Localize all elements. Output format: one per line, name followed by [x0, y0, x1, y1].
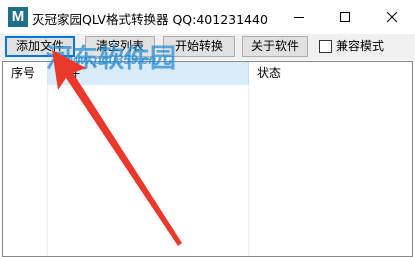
window-title: 灭冠家园QLV格式转换器 QQ:401231440	[32, 12, 268, 27]
close-button[interactable]	[369, 0, 415, 34]
title-bar[interactable]: M 灭冠家园QLV格式转换器 QQ:401231440	[0, 0, 415, 34]
column-header-status[interactable]: 状态	[249, 62, 412, 85]
start-convert-button[interactable]: 开始转换	[163, 36, 235, 57]
app-icon: M	[8, 7, 28, 27]
list-header: 序号 文件 状态	[3, 62, 412, 85]
toolbar: 添加文件 清空列表 开始转换 关于软件 兼容模式	[0, 34, 415, 60]
compat-mode-label: 兼容模式	[336, 39, 385, 53]
minimize-button[interactable]	[276, 0, 322, 34]
clear-list-button[interactable]: 清空列表	[85, 36, 155, 57]
column-divider	[47, 85, 48, 256]
column-header-index[interactable]: 序号	[3, 62, 48, 85]
checkbox-box[interactable]	[319, 40, 332, 53]
file-list[interactable]: 序号 文件 状态	[2, 61, 413, 257]
maximize-icon	[340, 12, 350, 22]
about-button[interactable]: 关于软件	[242, 36, 308, 57]
maximize-button[interactable]	[322, 0, 368, 34]
column-divider	[248, 85, 249, 256]
add-file-button[interactable]: 添加文件	[5, 36, 75, 57]
column-header-file[interactable]: 文件	[48, 62, 249, 85]
minimize-icon	[294, 17, 304, 18]
close-icon	[386, 11, 398, 23]
